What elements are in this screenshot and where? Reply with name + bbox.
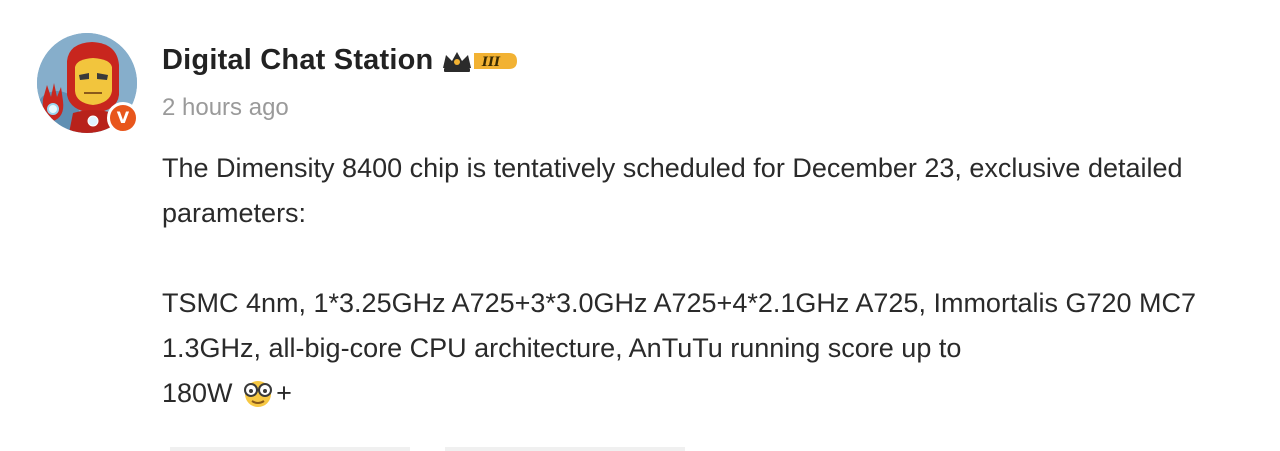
author-avatar[interactable]: V (37, 33, 139, 134)
post-paragraph-tail: 180W + (162, 371, 1252, 416)
author-name[interactable]: Digital Chat Station (162, 44, 433, 77)
post-time: 2 hours ago (162, 94, 289, 121)
weibo-post: V Digital Chat Station III 2 hours ago T… (0, 0, 1280, 451)
plus-sign: + (276, 378, 292, 408)
divider (445, 447, 685, 451)
score-text: 180W (162, 378, 233, 408)
divider (170, 447, 410, 451)
post-content: The Dimensity 8400 chip is tentatively s… (162, 146, 1252, 416)
rank-label: III (481, 55, 501, 70)
post-paragraph: The Dimensity 8400 chip is tentatively s… (162, 153, 1183, 228)
post-header: Digital Chat Station III (162, 44, 519, 77)
post-paragraph: TSMC 4nm, 1*3.25GHz A725+3*3.0GHz A725+4… (162, 288, 1197, 363)
crown-icon: III (443, 51, 518, 72)
nerd-glasses-emoji-icon (240, 377, 276, 407)
crown-rank-icon[interactable]: III (441, 48, 519, 74)
verified-badge: V (107, 102, 139, 134)
